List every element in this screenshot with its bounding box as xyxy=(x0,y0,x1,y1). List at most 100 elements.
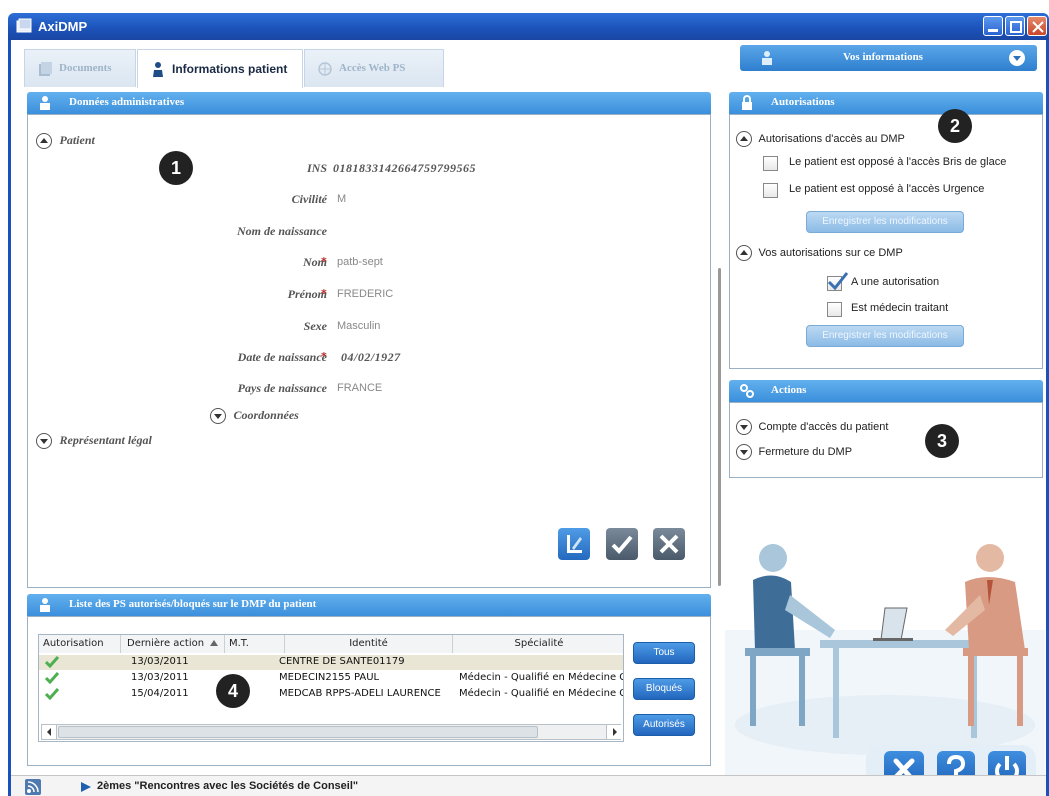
callout-badge: 1 xyxy=(159,151,193,185)
compte-acces-toggle[interactable]: Compte d'accès du patient xyxy=(736,419,888,435)
checkbox-label: Est médecin traitant xyxy=(851,302,949,314)
section-title: Liste des PS autorisés/bloqués sur le DM… xyxy=(69,598,317,610)
section-title: Autorisations xyxy=(771,96,835,108)
scroll-thumb[interactable] xyxy=(58,726,538,738)
tab-documents[interactable]: Documents xyxy=(24,49,136,87)
scroll-right-button[interactable] xyxy=(606,725,621,739)
autorisations-acces-toggle[interactable]: Autorisations d'accès au DMP xyxy=(736,131,905,147)
actions-panel xyxy=(729,402,1043,478)
maximize-icon xyxy=(1010,21,1022,33)
field-value: FRANCE xyxy=(337,382,383,394)
maximize-button[interactable] xyxy=(1005,16,1025,36)
required-star: * xyxy=(321,255,327,268)
actions-header: Actions xyxy=(729,380,1043,402)
table-cell: MEDCAB RPPS-ADELI LAURENCE xyxy=(279,688,441,699)
ps-list-header: Liste des PS autorisés/bloqués sur le DM… xyxy=(27,594,711,616)
user-icon xyxy=(762,51,772,65)
table-row[interactable]: 15/04/2011 MEDCAB RPPS-ADELI LAURENCE Mé… xyxy=(39,687,624,702)
callout-badge: 3 xyxy=(925,424,959,458)
section-label: Vos autorisations sur ce DMP xyxy=(758,247,903,259)
table-cell: MEDECIN2155 PAUL xyxy=(279,672,380,683)
field-label: Prénom xyxy=(287,287,327,301)
edit-icon xyxy=(567,535,582,553)
save-button-disabled[interactable]: Enregistrer les modifications xyxy=(806,325,964,347)
autorisation-checkbox[interactable] xyxy=(827,272,849,291)
chevron-up-icon xyxy=(736,131,752,147)
autorisations-header: Autorisations xyxy=(729,92,1043,114)
user-icon xyxy=(153,62,163,77)
edit-button[interactable] xyxy=(558,528,590,560)
chevron-down-icon xyxy=(736,444,752,460)
column-header[interactable]: Spécialité xyxy=(453,635,623,653)
arrow-right-icon xyxy=(613,728,617,736)
user-icon xyxy=(40,96,50,110)
documents-icon xyxy=(39,62,52,76)
close-icon xyxy=(1032,21,1044,33)
chevron-down-icon xyxy=(736,419,752,435)
vertical-splitter[interactable] xyxy=(718,268,721,586)
representant-legal-toggle[interactable]: Représentant légal xyxy=(36,433,152,449)
column-header[interactable]: Identité xyxy=(285,635,453,653)
globe-icon xyxy=(318,62,332,76)
sort-asc-icon xyxy=(210,640,219,646)
callout-badge: 4 xyxy=(216,674,250,708)
column-header[interactable]: Autorisation xyxy=(39,635,121,653)
vos-autorisations-toggle[interactable]: Vos autorisations sur ce DMP xyxy=(736,245,903,261)
chevron-up-icon xyxy=(736,245,752,261)
table-cell: Médecin - Qualifié en Médecine G xyxy=(459,672,624,683)
chevron-up-icon xyxy=(36,133,52,149)
table-cell: Médecin - Qualifié en Médecine G xyxy=(459,688,624,699)
action-label: Compte d'accès du patient xyxy=(758,421,889,433)
status-message[interactable]: 2èmes "Rencontres avec les Sociétés de C… xyxy=(97,780,358,792)
scroll-left-button[interactable] xyxy=(42,725,57,739)
field-value: 04/02/1927 xyxy=(341,350,401,364)
link-icon xyxy=(740,384,754,398)
cancel-icon xyxy=(659,534,679,554)
user-icon xyxy=(40,598,50,612)
required-star: * xyxy=(321,287,327,300)
minimize-icon xyxy=(988,29,998,32)
filter-autorises-button[interactable]: Autorisés xyxy=(633,714,695,736)
validate-button[interactable] xyxy=(606,528,638,560)
table-row[interactable]: 13/03/2011 CENTRE DE SANTE01179 xyxy=(39,655,623,670)
bris-de-glace-checkbox[interactable] xyxy=(763,156,778,171)
table-row[interactable]: 13/03/2011 MEDECIN2155 PAUL Médecin - Qu… xyxy=(39,671,624,686)
field-label: Date de naissance xyxy=(237,350,327,364)
field-value: FREDERIC xyxy=(337,288,394,300)
filter-bloques-button[interactable]: Bloqués xyxy=(633,678,695,700)
field-value: 0181833142664759799565 xyxy=(333,161,476,175)
minimize-button[interactable] xyxy=(983,16,1003,36)
action-label: Fermeture du DMP xyxy=(758,446,853,458)
status-bar: 2èmes "Rencontres avec les Sociétés de C… xyxy=(11,775,1046,796)
checkmark-icon xyxy=(827,272,849,291)
check-icon xyxy=(45,672,59,684)
title-bar: AxiDMP xyxy=(8,13,1049,40)
urgence-checkbox[interactable] xyxy=(763,183,778,198)
chevron-down-icon xyxy=(210,408,226,424)
field-label: INS xyxy=(306,161,327,175)
column-header[interactable]: M.T. xyxy=(225,635,285,653)
tab-acces-web-ps[interactable]: Accès Web PS xyxy=(304,49,444,87)
patient-section-toggle[interactable]: Patient xyxy=(36,133,95,149)
user-info-dropdown[interactable]: Vos informations xyxy=(740,45,1037,71)
field-label: Nom de naissance xyxy=(237,224,327,238)
fermeture-dmp-toggle[interactable]: Fermeture du DMP xyxy=(736,444,852,460)
field-label: Pays de naissance xyxy=(237,381,327,395)
close-button[interactable] xyxy=(1027,16,1047,36)
coordonnees-toggle[interactable]: Coordonnées xyxy=(210,408,299,424)
field-value: patb-sept xyxy=(337,256,383,268)
table-cell: 13/03/2011 xyxy=(131,672,189,683)
arrow-left-icon xyxy=(47,728,51,736)
tab-label: Documents xyxy=(59,62,112,74)
table-cell: 13/03/2011 xyxy=(131,656,189,667)
filter-tous-button[interactable]: Tous xyxy=(633,642,695,664)
user-info-label: Vos informations xyxy=(843,51,923,63)
cancel-button[interactable] xyxy=(653,528,685,560)
window-title: AxiDMP xyxy=(38,19,88,34)
horizontal-scrollbar[interactable] xyxy=(41,724,621,740)
rss-icon xyxy=(25,779,41,795)
save-button-disabled[interactable]: Enregistrer les modifications xyxy=(806,211,964,233)
column-header[interactable]: Dernière action xyxy=(121,635,225,653)
tab-informations-patient[interactable]: Informations patient xyxy=(137,49,303,88)
medecin-traitant-checkbox[interactable] xyxy=(827,302,842,317)
